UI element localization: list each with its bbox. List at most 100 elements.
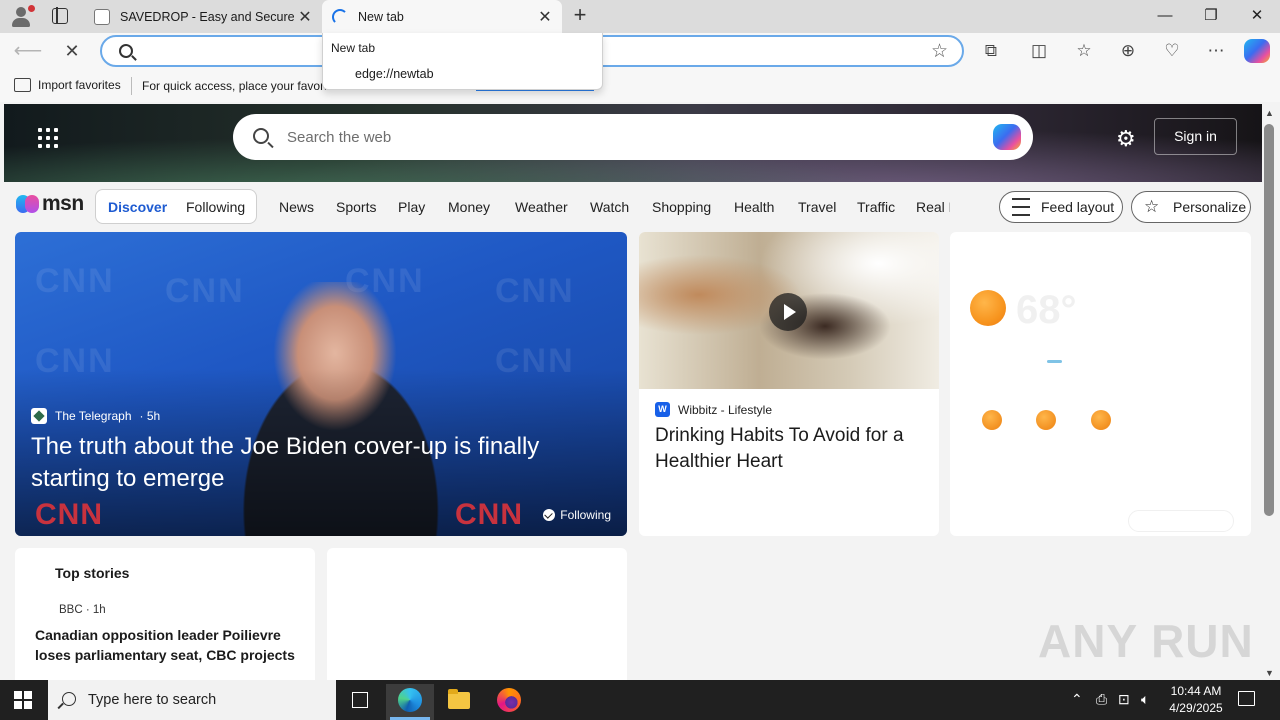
new-tab-button[interactable]: + [569, 3, 591, 29]
story-source: BBC · 1h [59, 604, 106, 616]
profile-avatar-icon[interactable] [8, 5, 35, 29]
device-icon[interactable]: ⎙ [1096, 691, 1107, 708]
story-age: · 5h [139, 409, 161, 423]
taskbar-search-text: Type here to search [88, 692, 217, 708]
scroll-down-icon[interactable]: ▼ [1265, 668, 1274, 678]
windows-taskbar: Type here to search ⌃ ⎙ ⊡ 🔈︎ 10:44 AM 4/… [0, 680, 1280, 720]
sign-in-button[interactable]: Sign in [1154, 118, 1237, 155]
copilot-icon[interactable] [993, 124, 1021, 150]
import-icon [14, 78, 31, 92]
category-watch[interactable]: Watch [590, 199, 629, 215]
hover-card-title: New tab [331, 41, 376, 55]
stop-loading-icon[interactable]: ✕ [57, 37, 87, 65]
following-badge[interactable]: Following [543, 508, 611, 522]
category-health[interactable]: Health [734, 199, 774, 215]
msn-logo[interactable]: msn [16, 192, 84, 216]
story-headline[interactable]: Drinking Habits To Avoid for a Healthier… [655, 423, 925, 475]
web-search-box[interactable] [233, 114, 1033, 160]
scroll-thumb[interactable] [1264, 124, 1274, 516]
category-shopping[interactable]: Shopping [652, 199, 711, 215]
network-icon[interactable]: ⊡ [1118, 691, 1130, 708]
sunny-icon [1091, 410, 1111, 430]
extensions-icon[interactable]: ⧉ [976, 37, 1006, 65]
volume-icon[interactable]: 🔈︎ [1141, 691, 1149, 708]
category-weather[interactable]: Weather [515, 199, 568, 215]
collections-icon[interactable]: ⊕ [1113, 37, 1143, 65]
favorites-icon[interactable]: ☆ [1069, 37, 1099, 65]
tab-close-icon[interactable]: ✕ [294, 7, 316, 27]
story-headline[interactable]: The truth about the Joe Biden cover-up i… [31, 431, 591, 495]
search-icon [119, 44, 133, 58]
check-icon [543, 509, 556, 521]
back-arrow-icon[interactable]: ⟵ [13, 37, 43, 65]
edge-browser-icon[interactable] [386, 684, 434, 720]
sliders-icon [1012, 198, 1030, 216]
file-explorer-icon[interactable] [434, 684, 482, 720]
split-screen-icon[interactable]: ◫ [1024, 37, 1054, 65]
category-money[interactable]: Money [448, 199, 490, 215]
import-favorites-button[interactable]: Import favorites [14, 78, 121, 92]
weather-card[interactable]: 68° [950, 232, 1251, 536]
tab-new-tab[interactable]: New tab ✕ [322, 0, 562, 33]
play-icon[interactable] [769, 293, 807, 331]
taskbar-search-box[interactable]: Type here to search [48, 680, 336, 720]
msn-logo-text: msn [42, 192, 84, 215]
firefox-icon[interactable] [484, 684, 532, 720]
system-clock[interactable]: 10:44 AM 4/29/2025 [1164, 683, 1228, 717]
personalize-label: Personalize [1173, 199, 1247, 215]
tab-savedrop[interactable]: SAVEDROP - Easy and Secure File ✕ [84, 0, 322, 33]
close-window-button[interactable]: ✕ [1234, 0, 1280, 33]
forecast-link[interactable] [1128, 510, 1234, 532]
main-story-card[interactable]: CNN CNN CNN CNN CNN CNN CNN CNN The Tele… [15, 232, 627, 536]
add-favorite-star-icon[interactable]: ☆ [931, 40, 948, 63]
personalize-button[interactable]: ☆ Personalize [1131, 191, 1251, 223]
hero-banner: ⚙ Sign in [4, 104, 1262, 182]
notification-icon[interactable] [1238, 691, 1255, 706]
import-favorites-label: Import favorites [38, 78, 121, 92]
top-stories-title: Top stories [55, 565, 130, 581]
tab-discover[interactable]: Discover [108, 199, 167, 215]
tab-strip: SAVEDROP - Easy and Secure File ✕ New ta… [0, 0, 1280, 33]
minimize-button[interactable]: — [1142, 0, 1188, 33]
more-icon[interactable]: ⋯ [1201, 37, 1231, 65]
tab-title: SAVEDROP - Easy and Secure File [120, 9, 294, 24]
story-headline[interactable]: Canadian opposition leader Poilievre los… [35, 625, 295, 665]
browser-essentials-icon[interactable]: ♡ [1157, 37, 1187, 65]
task-view-icon[interactable] [336, 684, 384, 720]
scroll-up-icon[interactable]: ▲ [1265, 108, 1274, 118]
page-scrollbar[interactable]: ▲ ▼ [1262, 104, 1280, 680]
tab-close-icon[interactable]: ✕ [534, 7, 556, 27]
category-real-estate[interactable]: Real E [916, 199, 950, 215]
settings-gear-icon[interactable]: ⚙ [1116, 126, 1136, 152]
tab-following[interactable]: Following [186, 199, 245, 215]
sunny-icon [1036, 410, 1056, 430]
following-label: Following [560, 508, 611, 522]
copilot-icon[interactable] [1244, 39, 1270, 63]
category-play[interactable]: Play [398, 199, 425, 215]
restore-button[interactable]: ❐ [1188, 0, 1234, 33]
telegraph-logo-icon [31, 408, 47, 424]
video-story-card[interactable]: W Wibbitz - Lifestyle Drinking Habits To… [639, 232, 939, 536]
windows-start-icon[interactable] [14, 691, 32, 709]
web-search-input[interactable] [287, 126, 947, 148]
favorites-bar: Import favorites For quick access, place… [0, 70, 1280, 102]
category-sports[interactable]: Sports [336, 199, 376, 215]
feed-layout-button[interactable]: Feed layout [999, 191, 1123, 223]
source-name: The Telegraph [55, 409, 132, 423]
tray-chevron-icon[interactable]: ⌃ [1071, 691, 1083, 708]
app-launcher-icon[interactable] [38, 128, 58, 148]
current-temperature: 68° [1016, 288, 1077, 332]
story-source: The Telegraph · 5h [31, 408, 160, 424]
loading-card [327, 548, 627, 680]
sunny-icon [970, 290, 1006, 326]
anyrun-watermark: ANY RUN [1038, 615, 1254, 667]
tab-actions-icon[interactable] [52, 7, 68, 24]
category-travel[interactable]: Travel [798, 199, 836, 215]
category-news[interactable]: News [279, 199, 314, 215]
background-logo-text: CNN [455, 498, 523, 531]
sunny-icon [982, 410, 1002, 430]
category-traffic[interactable]: Traffic [857, 199, 895, 215]
clock-time: 10:44 AM [1170, 684, 1222, 698]
browser-toolbar: ⟵ ✕ ☆ ⧉ ◫ ☆ ⊕ ♡ ⋯ [0, 33, 1280, 70]
sparkle-star-icon: ☆ [1144, 197, 1160, 216]
